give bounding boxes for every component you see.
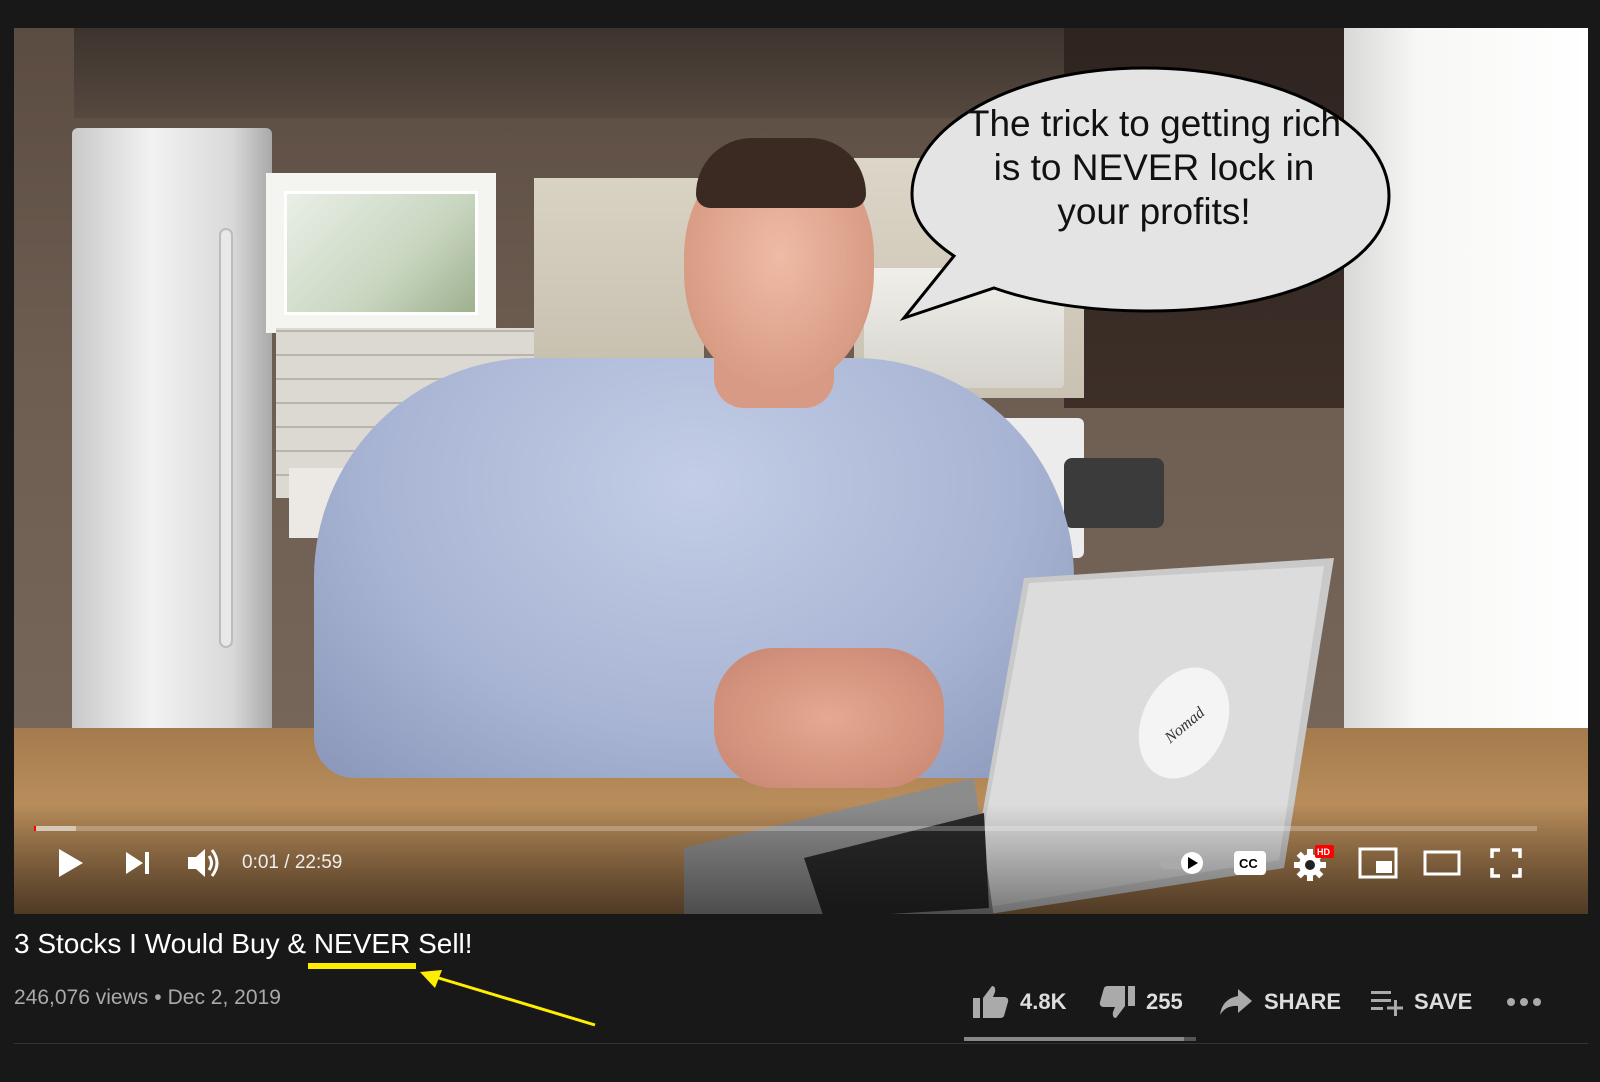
duration: 22:59 — [294, 852, 343, 873]
theater-mode-button[interactable] — [1416, 840, 1468, 886]
dislike-count: 255 — [1146, 989, 1183, 1014]
next-button[interactable] — [112, 840, 164, 886]
save-button[interactable]: SAVE — [1370, 980, 1472, 1024]
thumbs-up-icon — [973, 986, 1009, 1018]
autoplay-toggle[interactable] — [1154, 840, 1210, 886]
divider — [14, 1043, 1588, 1044]
more-horizontal-icon — [1507, 998, 1541, 1006]
speech-bubble: The trick to getting rich is to NEVER lo… — [884, 56, 1404, 326]
time-display: 0:01 / 22:59 — [242, 852, 342, 874]
current-time: 0:01 — [242, 852, 279, 873]
hd-badge: HD — [1317, 847, 1330, 857]
meta-separator: • — [154, 986, 162, 1009]
svg-text:CC: CC — [1239, 856, 1258, 871]
autoplay-toggle-icon — [1160, 852, 1203, 874]
captions-button[interactable]: CC — [1224, 840, 1276, 886]
save-label: SAVE — [1414, 989, 1473, 1014]
settings-icon: HD — [1294, 845, 1334, 881]
settings-button[interactable]: HD — [1288, 840, 1340, 886]
theater-mode-icon — [1423, 850, 1461, 876]
video-meta: 246,076 views • Dec 2, 2019 — [14, 986, 281, 1010]
playlist-add-icon — [1371, 991, 1403, 1016]
progress-buffer — [34, 826, 77, 831]
video-title: 3 Stocks I Would Buy & NEVER Sell! — [14, 928, 473, 959]
time-separator: / — [278, 852, 295, 873]
play-icon — [59, 849, 83, 877]
like-count: 4.8K — [1020, 989, 1067, 1014]
progress-played — [34, 826, 36, 831]
sentiment-bar — [964, 1037, 1196, 1041]
share-label: SHARE — [1264, 989, 1342, 1014]
dislike-button[interactable]: 255 — [1098, 980, 1183, 1024]
volume-icon — [188, 849, 219, 877]
share-button[interactable]: SHARE — [1218, 980, 1341, 1024]
upload-date: Dec 2, 2019 — [167, 986, 281, 1009]
share-icon — [1220, 989, 1252, 1015]
like-button[interactable]: 4.8K — [972, 980, 1066, 1024]
sentiment-bar-fill — [964, 1037, 1185, 1041]
next-icon — [126, 852, 149, 874]
video-player[interactable]: Nomad The trick to getting rich is to NE… — [14, 28, 1588, 914]
speech-bubble-text: The trick to getting rich is to NEVER lo… — [966, 103, 1342, 232]
captions-icon: CC — [1234, 851, 1266, 875]
view-count: 246,076 views — [14, 986, 149, 1009]
play-button[interactable] — [44, 840, 96, 886]
more-actions-button[interactable] — [1506, 980, 1542, 1024]
miniplayer-icon — [1358, 847, 1398, 879]
fullscreen-button[interactable] — [1480, 840, 1532, 886]
thumbs-down-icon — [1099, 986, 1135, 1018]
progress-bar[interactable] — [34, 826, 1537, 831]
annotation-underline — [308, 963, 416, 969]
miniplayer-button[interactable] — [1352, 840, 1404, 886]
annotation-arrow-icon — [420, 970, 596, 1027]
volume-button[interactable] — [178, 840, 230, 886]
fullscreen-icon — [1490, 848, 1522, 878]
